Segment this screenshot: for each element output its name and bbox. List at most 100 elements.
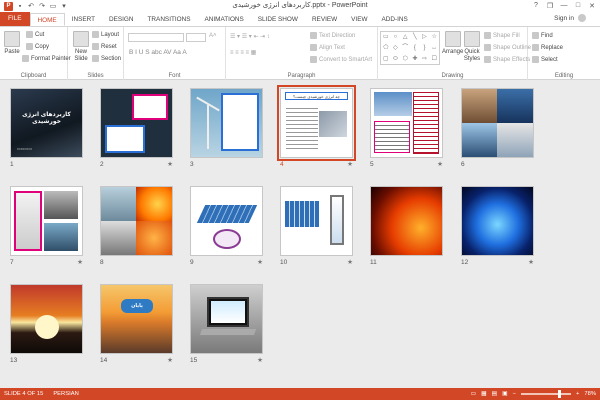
zoom-slider[interactable]	[521, 390, 571, 398]
tab-review[interactable]: REVIEW	[305, 13, 344, 26]
slide-thumbnail-7[interactable]: 7 ★	[10, 186, 83, 266]
slide-thumbnail-14[interactable]: پایان 14 ★	[100, 284, 173, 364]
slide-image[interactable]	[461, 88, 534, 158]
tab-insert[interactable]: INSERT	[65, 13, 102, 26]
slide-show-icon[interactable]: ▣	[502, 391, 507, 397]
redo-icon[interactable]: ↷	[38, 2, 46, 10]
slide-image[interactable]	[280, 186, 353, 256]
slide-thumbnail-8[interactable]: 8	[100, 186, 173, 266]
start-from-beginning-icon[interactable]: ▭	[49, 2, 57, 10]
animation-star-icon[interactable]: ★	[167, 160, 173, 168]
undo-icon[interactable]: ↶	[27, 2, 35, 10]
animation-star-icon[interactable]: ★	[437, 160, 443, 168]
zoom-slider-thumb[interactable]	[557, 390, 561, 398]
slide-sorter-view-icon[interactable]: ▦	[481, 391, 486, 397]
slide-image[interactable]	[10, 284, 83, 354]
layout-button[interactable]: Layout	[92, 31, 119, 38]
replace-button[interactable]: Replace	[532, 44, 563, 51]
reading-view-icon[interactable]: ▤	[492, 391, 497, 397]
save-icon[interactable]: ▪	[16, 2, 24, 10]
slide-image[interactable]	[370, 186, 443, 256]
tab-home[interactable]: HOME	[29, 13, 65, 26]
close-icon[interactable]: ✕	[586, 0, 598, 11]
animation-star-icon[interactable]: ★	[167, 356, 173, 364]
slide-thumbnail-5[interactable]: 5 ★	[370, 88, 443, 168]
align-text-button[interactable]: Align Text	[310, 44, 345, 51]
minimize-icon[interactable]: —	[558, 0, 570, 11]
slide-thumbnail-6[interactable]: 6	[461, 88, 534, 168]
reset-button[interactable]: Reset	[92, 43, 117, 50]
shape-fill-button[interactable]: Shape Fill	[484, 32, 520, 39]
grow-font-icon[interactable]: A˄	[209, 33, 217, 39]
help-icon[interactable]: ?	[530, 0, 542, 11]
quick-styles-button[interactable]: Quick Styles	[462, 31, 482, 63]
slide-thumbnail-3[interactable]: 3	[190, 88, 263, 168]
slide-graphic	[101, 285, 172, 353]
copy-button[interactable]: Copy	[26, 43, 49, 50]
tab-add-ins[interactable]: ADD-INS	[375, 13, 415, 26]
shapes-gallery[interactable]: ▭ ○ △ ╲ ▷ ☆ ⬠ ◇ ⌒{} ↔ ▢ ⬭ ⬡ ✚ ⇨ ☐	[380, 31, 440, 65]
animation-star-icon[interactable]: ★	[528, 258, 534, 266]
slide-thumbnail-13[interactable]: 13	[10, 284, 83, 364]
slide-image[interactable]: پایان	[100, 284, 173, 354]
shape-effects-button[interactable]: Shape Effects	[484, 56, 530, 63]
find-button[interactable]: Find	[532, 32, 553, 39]
slide-thumbnail-15[interactable]: 15 ★	[190, 284, 263, 364]
convert-smartart-label: Convert to SmartArt	[319, 56, 373, 63]
language-indicator[interactable]: PERSIAN	[53, 391, 78, 397]
slide-image[interactable]	[190, 284, 263, 354]
bullets-icon[interactable]: ☰ ▾ ☰ ▾ ⇤ ⇥ ↕	[230, 33, 270, 40]
zoom-out-icon[interactable]: −	[513, 391, 516, 397]
sign-in[interactable]: Sign in	[554, 14, 586, 22]
tab-design[interactable]: DESIGN	[102, 13, 141, 26]
slide-number: 4	[280, 161, 284, 168]
slide-thumbnail-4[interactable]: چه انرژی خورشیدی چیست؟ 4 ★	[277, 85, 356, 168]
slide-thumbnail-10[interactable]: 10 ★	[280, 186, 353, 266]
new-slide-button[interactable]: New Slide	[72, 31, 90, 63]
slide-image[interactable]	[10, 186, 83, 256]
shape-outline-button[interactable]: Shape Outline	[484, 44, 531, 51]
tab-slide-show[interactable]: SLIDE SHOW	[251, 13, 305, 26]
tab-file[interactable]: FILE	[0, 12, 30, 26]
font-size-field[interactable]	[186, 33, 206, 42]
text-direction-button[interactable]: Text Direction	[310, 32, 355, 39]
slide-image[interactable]	[190, 186, 263, 256]
slide-thumbnail-2[interactable]: 2 ★	[100, 88, 173, 168]
font-format-buttons[interactable]: B I U S abc AV Aa A	[129, 49, 187, 56]
zoom-level[interactable]: 78%	[584, 391, 596, 397]
zoom-in-icon[interactable]: +	[576, 391, 579, 397]
animation-star-icon[interactable]: ★	[77, 258, 83, 266]
format-painter-button[interactable]: Format Painter	[22, 55, 71, 62]
slide-image[interactable]	[190, 88, 263, 158]
tab-animations[interactable]: ANIMATIONS	[198, 13, 251, 26]
tab-view[interactable]: VIEW	[344, 13, 374, 26]
animation-star-icon[interactable]: ★	[347, 160, 353, 168]
slide-image[interactable]	[100, 88, 173, 158]
normal-view-icon[interactable]: ▭	[471, 391, 476, 397]
select-button[interactable]: Select	[532, 56, 558, 63]
slide-thumbnail-9[interactable]: 9 ★	[190, 186, 263, 266]
customize-icon[interactable]: ▾	[60, 2, 68, 10]
animation-star-icon[interactable]: ★	[347, 258, 353, 266]
slide-number: 11	[370, 259, 377, 266]
slide-image[interactable]	[100, 186, 173, 256]
slide-thumbnail-1[interactable]: کاربردهای انرژی خورشیدی ▭▭▭▭ 1	[10, 88, 83, 168]
cut-button[interactable]: Cut	[26, 31, 44, 38]
slide-thumbnail-12[interactable]: 12 ★	[461, 186, 534, 266]
arrange-button[interactable]: Arrange	[442, 31, 463, 55]
slide-image[interactable]: کاربردهای انرژی خورشیدی ▭▭▭▭	[10, 88, 83, 158]
ribbon-display-options-icon[interactable]: ❐	[544, 0, 556, 11]
animation-star-icon[interactable]: ★	[257, 356, 263, 364]
convert-smartart-button[interactable]: Convert to SmartArt	[310, 56, 372, 63]
align-icons[interactable]: ≡ ≡ ≡ ≡ ▦	[230, 49, 256, 56]
slide-thumbnail-11[interactable]: 11	[370, 186, 443, 266]
slide-image[interactable]: چه انرژی خورشیدی چیست؟	[277, 85, 356, 161]
paste-button[interactable]: Paste	[4, 31, 20, 55]
maximize-icon[interactable]: □	[572, 0, 584, 11]
slide-image[interactable]	[370, 88, 443, 158]
tab-transitions[interactable]: TRANSITIONS	[141, 13, 198, 26]
font-name-field[interactable]	[128, 33, 184, 42]
section-button[interactable]: Section	[92, 55, 121, 62]
slide-image[interactable]	[461, 186, 534, 256]
animation-star-icon[interactable]: ★	[257, 258, 263, 266]
